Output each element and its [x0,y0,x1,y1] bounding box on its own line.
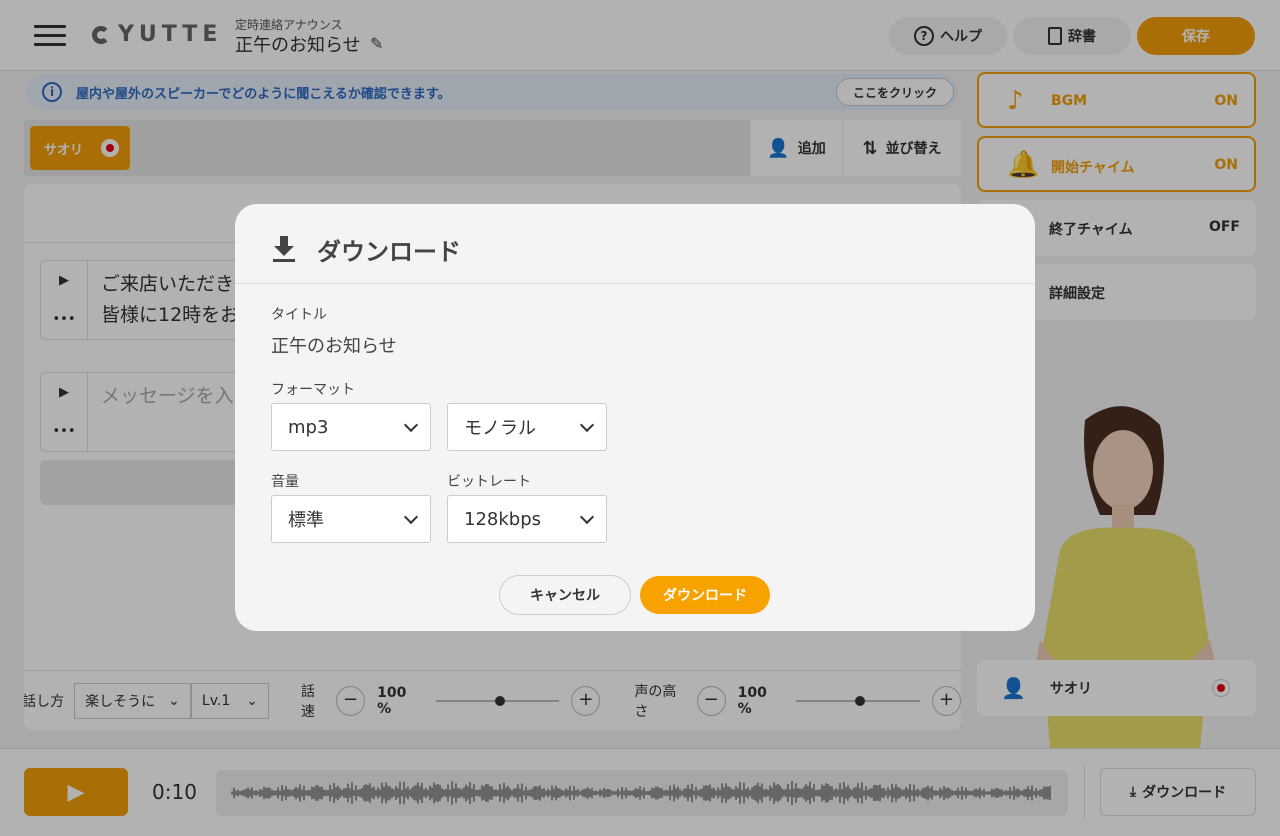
volume-label: 音量 [271,474,299,490]
download-dialog: ダウンロード タイトル 正午のお知らせ フォーマット mp3 モノラル 音量 標… [235,204,1035,631]
dialog-header: ダウンロード [235,204,1035,284]
channel-select[interactable]: モノラル [447,403,607,451]
bitrate-select[interactable]: 128kbps [447,495,607,543]
download-button[interactable]: ダウンロード [640,576,770,614]
bitrate-label: ビットレート [447,474,531,490]
chevron-down-icon [579,509,595,524]
format-select[interactable]: mp3 [271,403,431,451]
chevron-down-icon [403,509,419,524]
dialog-title: ダウンロード [317,238,461,266]
cancel-button[interactable]: キャンセル [499,575,631,615]
format-label: フォーマット [271,382,355,398]
chevron-down-icon [403,417,419,432]
title-value: 正午のお知らせ [271,336,397,357]
download-icon [273,236,295,262]
chevron-down-icon [579,417,595,432]
volume-select[interactable]: 標準 [271,495,431,543]
title-label: タイトル [271,307,327,323]
